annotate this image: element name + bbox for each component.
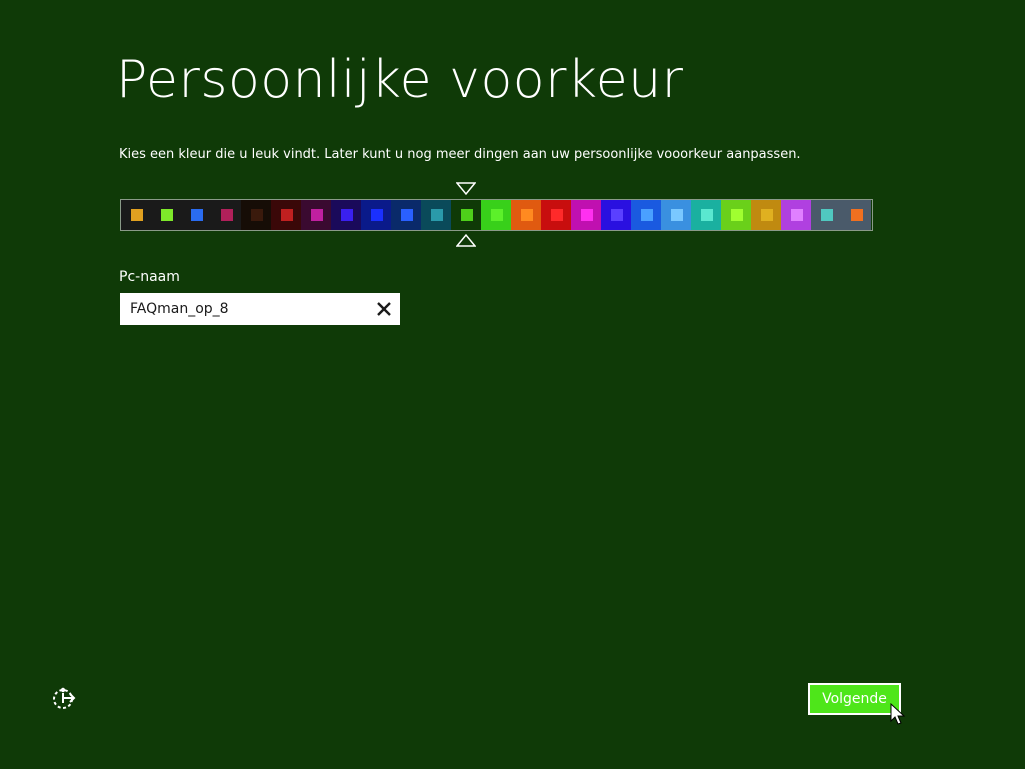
color-swatch-chip — [851, 209, 863, 221]
color-swatch[interactable] — [211, 200, 241, 230]
color-swatch[interactable] — [181, 200, 211, 230]
color-swatch-chip — [671, 209, 683, 221]
color-swatch-chip — [521, 209, 533, 221]
color-swatch-chip — [311, 209, 323, 221]
color-swatch[interactable] — [391, 200, 421, 230]
color-swatch-chip — [461, 209, 473, 221]
color-swatch[interactable] — [541, 200, 571, 230]
page-title: Persoonlijke voorkeur — [116, 50, 684, 110]
next-button[interactable]: Volgende — [808, 683, 901, 715]
pc-name-input[interactable] — [120, 293, 360, 325]
color-swatch-chip — [431, 209, 443, 221]
color-swatch[interactable] — [781, 200, 811, 230]
color-swatch-chip — [341, 209, 353, 221]
color-swatch[interactable] — [601, 200, 631, 230]
color-swatch-chip — [581, 209, 593, 221]
color-swatch-chip — [551, 209, 563, 221]
instruction-text: Kies een kleur die u leuk vindt. Later k… — [119, 147, 801, 162]
color-swatch[interactable] — [721, 200, 751, 230]
color-swatch[interactable] — [511, 200, 541, 230]
color-swatch-chip — [761, 209, 773, 221]
color-swatch[interactable] — [301, 200, 331, 230]
color-swatch[interactable] — [271, 200, 301, 230]
color-swatch-chip — [221, 209, 233, 221]
color-swatch[interactable] — [151, 200, 181, 230]
pc-name-field — [120, 293, 400, 325]
color-swatch-chip — [131, 209, 143, 221]
color-swatch[interactable] — [241, 200, 271, 230]
color-swatch-chip — [251, 209, 263, 221]
color-swatch[interactable] — [661, 200, 691, 230]
color-swatch-chip — [191, 209, 203, 221]
color-swatch[interactable] — [451, 200, 481, 230]
color-swatch-chip — [821, 209, 833, 221]
color-swatch[interactable] — [421, 200, 451, 230]
color-swatch[interactable] — [691, 200, 721, 230]
color-palette — [120, 199, 873, 231]
color-swatch-chip — [281, 209, 293, 221]
color-swatch-chip — [161, 209, 173, 221]
color-swatch[interactable] — [631, 200, 661, 230]
color-swatch-chip — [701, 209, 713, 221]
mouse-pointer-icon — [890, 702, 906, 727]
color-swatch-chip — [641, 209, 653, 221]
color-swatch[interactable] — [361, 200, 391, 230]
color-swatch[interactable] — [331, 200, 361, 230]
color-swatch[interactable] — [571, 200, 601, 230]
color-swatch[interactable] — [841, 200, 871, 230]
color-swatch[interactable] — [751, 200, 781, 230]
color-swatch-chip — [491, 209, 503, 221]
ease-of-access-icon[interactable] — [50, 685, 78, 713]
color-swatch[interactable] — [481, 200, 511, 230]
color-swatch-chip — [371, 209, 383, 221]
pc-name-label: Pc-naam — [119, 269, 180, 285]
color-swatch-chip — [731, 209, 743, 221]
close-icon[interactable] — [374, 299, 394, 319]
color-swatch-chip — [401, 209, 413, 221]
color-swatch[interactable] — [811, 200, 841, 230]
color-swatch[interactable] — [121, 200, 151, 230]
color-swatch-chip — [791, 209, 803, 221]
color-swatch-chip — [611, 209, 623, 221]
